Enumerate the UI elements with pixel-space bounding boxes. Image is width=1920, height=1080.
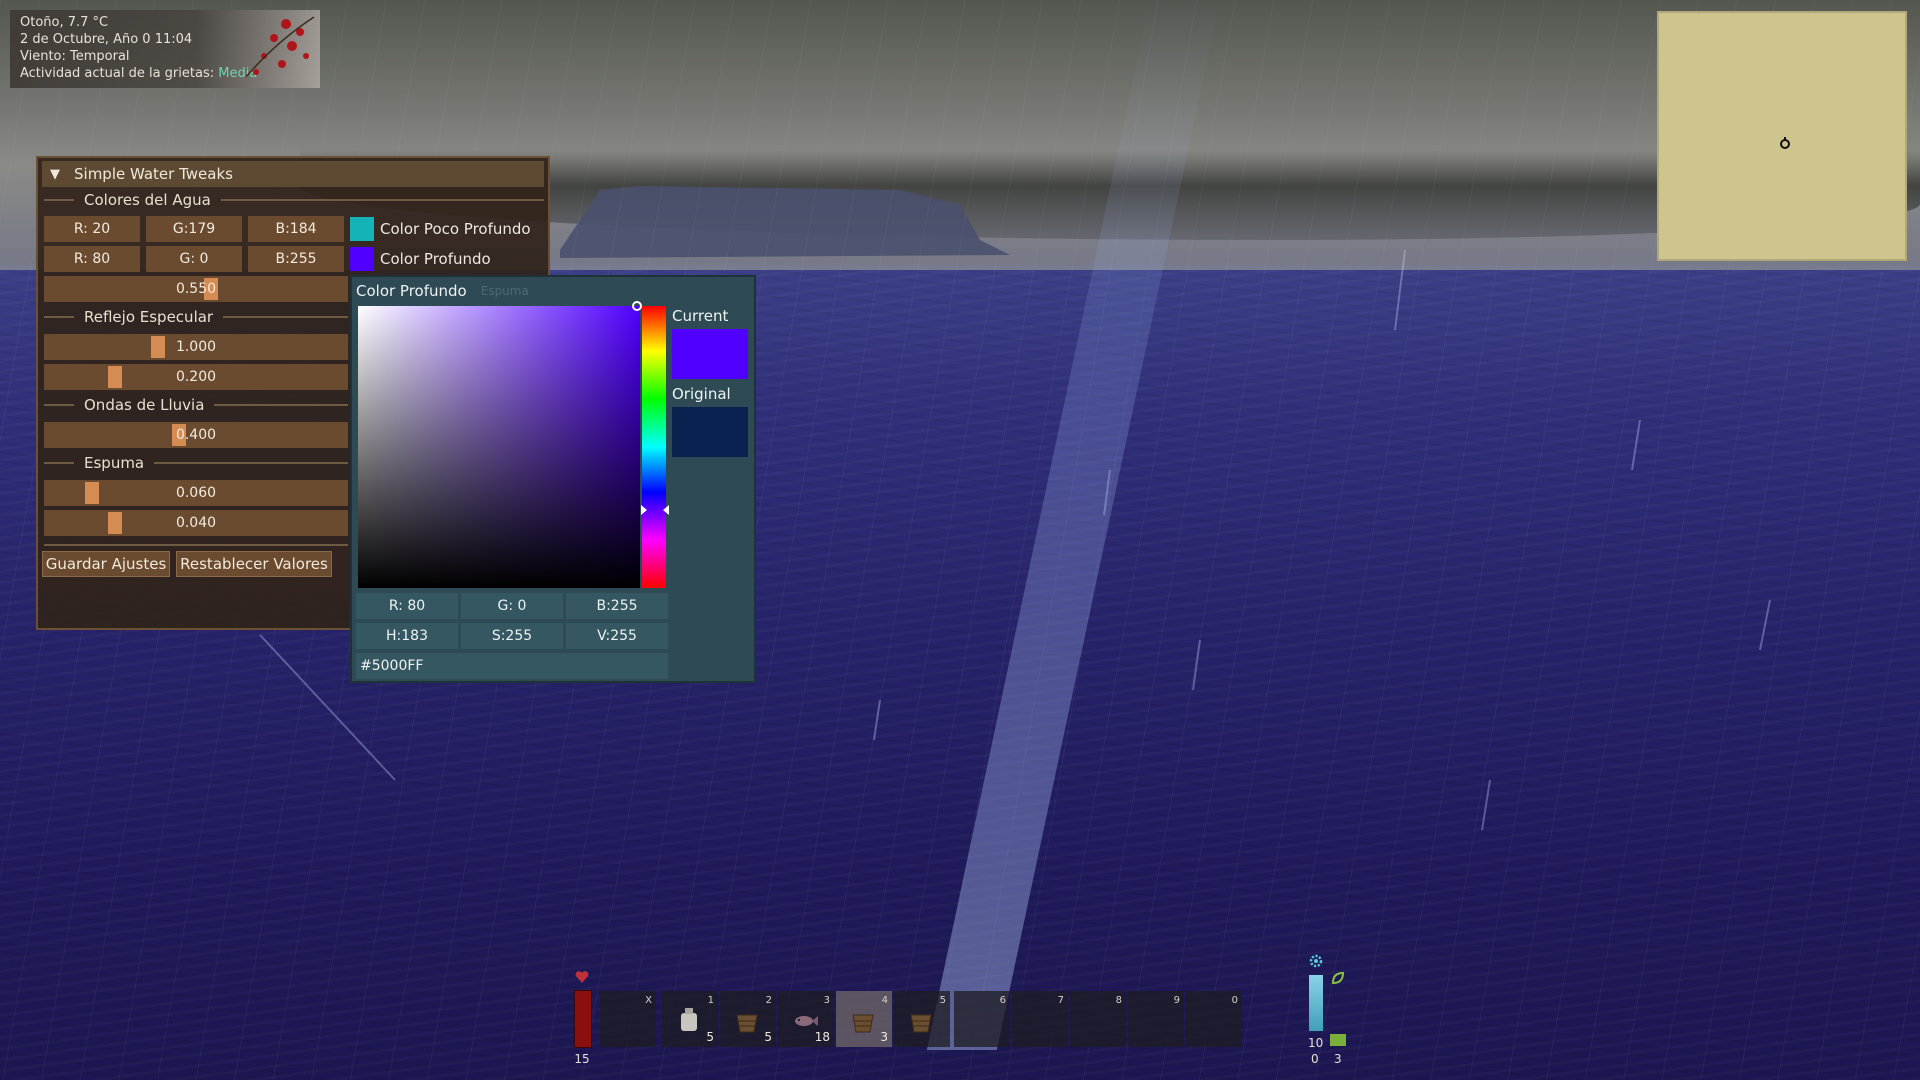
hotbar-slot[interactable]: X <box>600 991 656 1047</box>
health-bar <box>574 990 592 1048</box>
picker-h-field[interactable]: H:183 <box>356 623 458 649</box>
slot-count: 3 <box>880 1030 888 1044</box>
deep-g-field[interactable]: G: 0 <box>146 246 242 272</box>
jug-item-icon <box>681 1008 697 1031</box>
slider-value: 0.040 <box>175 515 217 531</box>
basket-item-icon <box>736 1014 758 1033</box>
picker-v-field[interactable]: V:255 <box>566 623 668 649</box>
foam-slider-2[interactable]: 0.040 <box>44 510 348 536</box>
rain-waves-slider[interactable]: 0.400 <box>44 422 348 448</box>
health-value: 15 <box>574 1052 590 1066</box>
slot-count: 5 <box>764 1030 772 1044</box>
color-picker-popup: Color Profundo Espuma Current Original R… <box>350 275 756 683</box>
shallow-b-field[interactable]: B:184 <box>248 216 344 242</box>
panel-title: Simple Water Tweaks <box>74 165 233 183</box>
slot-key: 5 <box>939 995 946 1006</box>
slot-count: 18 <box>814 1030 830 1044</box>
hue-marker-right-icon[interactable] <box>663 505 669 515</box>
heart-icon <box>575 971 589 983</box>
section-foam: Espuma <box>44 453 348 473</box>
hotbar-slot[interactable]: 5 <box>894 991 950 1047</box>
satiety-leaf-icon <box>1331 971 1345 985</box>
picker-title-ghost: Espuma <box>480 284 529 298</box>
temperature-gear-icon <box>1309 954 1323 968</box>
satiety-value: 3 <box>1334 1052 1342 1066</box>
current-color-swatch <box>672 329 748 379</box>
slot-key: 6 <box>999 995 1006 1006</box>
hotbar-slot[interactable]: 43 <box>836 991 892 1047</box>
slot-key: X <box>645 995 652 1006</box>
picker-s-field[interactable]: S:255 <box>461 623 563 649</box>
foam-slider-1[interactable]: 0.060 <box>44 480 348 506</box>
slider-value: 0.200 <box>175 369 217 385</box>
sv-cursor-handle[interactable] <box>632 301 642 311</box>
section-rain-waves: Ondas de Lluvia <box>44 395 348 415</box>
deep-color-swatch[interactable] <box>350 247 374 271</box>
temperature-sub-value: 0 <box>1311 1052 1319 1066</box>
hotbar-slot[interactable]: 0 <box>1186 991 1242 1047</box>
slider-value: 0.060 <box>175 485 217 501</box>
basket-item-icon <box>852 1014 874 1033</box>
section-specular: Reflejo Especular <box>44 307 348 327</box>
picker-b-field[interactable]: B:255 <box>566 593 668 619</box>
slot-key: 4 <box>881 995 888 1006</box>
hotbar-slot[interactable]: 7 <box>1012 991 1068 1047</box>
current-label: Current <box>672 307 729 325</box>
original-color-swatch[interactable] <box>672 407 748 457</box>
autumn-leaves-icon <box>245 16 315 78</box>
divider <box>44 544 348 546</box>
hotbar-slot[interactable]: 15 <box>662 991 718 1047</box>
slot-count: 5 <box>706 1030 714 1044</box>
slider-value: 0.550 <box>175 281 217 297</box>
hue-marker-left-icon[interactable] <box>641 505 647 515</box>
depth-slider[interactable]: 0.550 <box>44 276 348 302</box>
picker-title: Color Profundo Espuma <box>356 282 529 300</box>
picker-r-field[interactable]: R: 80 <box>356 593 458 619</box>
satiety-bar <box>1330 1034 1346 1046</box>
hotbar-slot[interactable]: 8 <box>1070 991 1126 1047</box>
weather-info: Otoño, 7.7 °C 2 de Octubre, Año 0 11:04 … <box>10 10 320 88</box>
slot-key: 8 <box>1115 995 1122 1006</box>
temperature-bar <box>1309 975 1323 1031</box>
slider-value: 0.400 <box>175 427 217 443</box>
deep-color-label: Color Profundo <box>380 250 491 268</box>
shallow-color-label: Color Poco Profundo <box>380 220 531 238</box>
slot-key: 1 <box>707 995 714 1006</box>
slot-key: 2 <box>765 995 772 1006</box>
hotbar-slot[interactable]: 9 <box>1128 991 1184 1047</box>
reset-values-button[interactable]: Restablecer Valores <box>176 551 332 577</box>
deep-b-field[interactable]: B:255 <box>248 246 344 272</box>
hue-slider[interactable] <box>642 306 666 588</box>
shallow-color-swatch[interactable] <box>350 217 374 241</box>
save-settings-button[interactable]: Guardar Ajustes <box>42 551 170 577</box>
slot-key: 7 <box>1057 995 1064 1006</box>
hotbar-slot[interactable]: 25 <box>720 991 776 1047</box>
deep-r-field[interactable]: R: 80 <box>44 246 140 272</box>
hex-input[interactable]: #5000FF <box>356 653 668 679</box>
slider-value: 1.000 <box>175 339 217 355</box>
temperature-value: 10 <box>1308 1036 1324 1050</box>
section-water-colors: Colores del Agua <box>44 190 544 210</box>
player-marker-icon <box>1780 137 1790 149</box>
hotbar-slot[interactable]: 3 18 <box>778 991 834 1047</box>
shallow-r-field[interactable]: R: 20 <box>44 216 140 242</box>
slot-key: 3 <box>823 995 830 1006</box>
original-label: Original <box>672 385 731 403</box>
shallow-g-field[interactable]: G:179 <box>146 216 242 242</box>
minimap[interactable] <box>1657 11 1907 261</box>
slot-key: 9 <box>1173 995 1180 1006</box>
specular-slider-2[interactable]: 0.200 <box>44 364 348 390</box>
hotbar-slot[interactable]: 6 <box>954 991 1010 1047</box>
picker-g-field[interactable]: G: 0 <box>461 593 563 619</box>
collapse-triangle-icon[interactable]: ▼ <box>50 167 60 182</box>
slot-key: 0 <box>1231 995 1238 1006</box>
specular-slider-1[interactable]: 1.000 <box>44 334 348 360</box>
panel-header[interactable]: ▼ Simple Water Tweaks <box>42 161 544 187</box>
saturation-value-area[interactable] <box>358 306 640 588</box>
basket-item-icon <box>910 1014 932 1033</box>
